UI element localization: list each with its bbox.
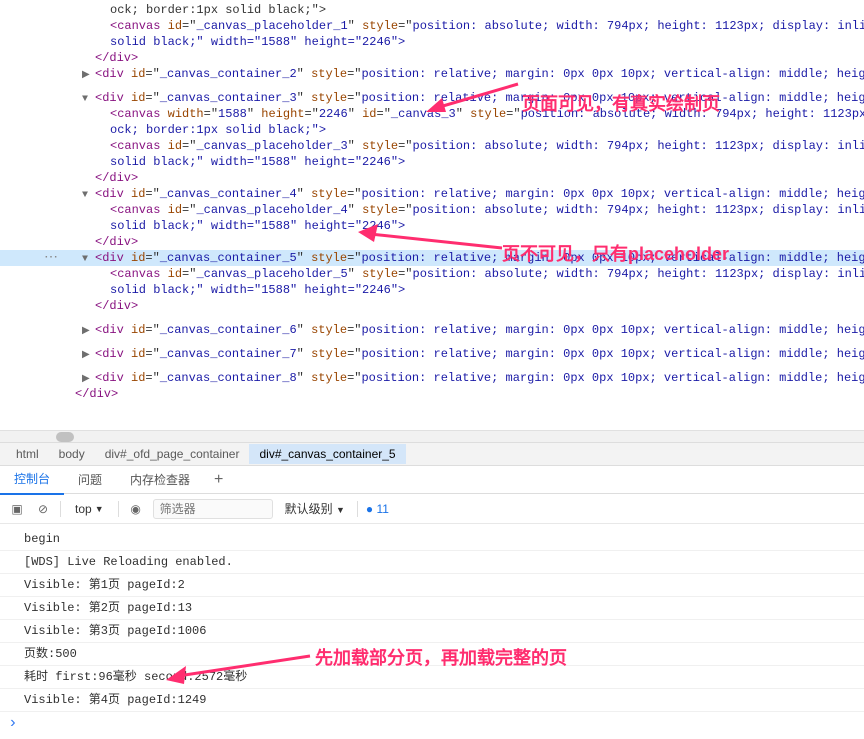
log-line[interactable]: Visible: 第3页 pageId:1006 [0, 620, 864, 643]
ellipsis-icon[interactable]: ⋯ [44, 250, 59, 266]
dom-line[interactable]: ▶<div id="_canvas_container_7" style="po… [0, 346, 864, 362]
tab-console[interactable]: 控制台 [0, 464, 64, 495]
dom-tree[interactable]: ock; border:1px solid black;"> <canvas i… [0, 0, 864, 404]
dom-line[interactable]: <canvas id="_canvas_placeholder_5" style… [0, 266, 864, 282]
dom-line[interactable]: ▶<div id="_canvas_container_6" style="po… [0, 322, 864, 338]
dom-line[interactable]: </div> [0, 50, 864, 66]
tab-memory[interactable]: 内存检查器 [116, 465, 204, 494]
dom-line[interactable]: </div> [0, 170, 864, 186]
console-tabs: 控制台 问题 内存检查器 + [0, 466, 864, 494]
dom-line[interactable]: ▶<div id="_canvas_container_2" style="po… [0, 66, 864, 82]
filter-input[interactable] [153, 499, 273, 519]
collapse-toggle-icon[interactable]: ▼ [82, 252, 92, 262]
log-line[interactable]: Visible: 第2页 pageId:13 [0, 597, 864, 620]
code-text: ock; border:1px solid black;"> [110, 3, 326, 17]
expand-toggle-icon[interactable]: ▶ [82, 372, 92, 382]
log-line[interactable]: 耗时 first:96毫秒 second:2572毫秒 [0, 666, 864, 689]
expand-toggle-icon[interactable]: ▶ [82, 324, 92, 334]
dom-line-selected[interactable]: ⋯▼<div id="_canvas_container_5" style="p… [0, 250, 864, 266]
log-line[interactable]: Visible: 第1页 pageId:2 [0, 574, 864, 597]
dom-line[interactable]: solid black;" width="1588" height="2246"… [0, 34, 864, 50]
breadcrumb: html body div#_ofd_page_container div#_c… [0, 442, 864, 466]
dom-line[interactable]: solid black;" width="1588" height="2246"… [0, 154, 864, 170]
scrollbar-thumb[interactable] [56, 432, 74, 442]
console-output[interactable]: begin [WDS] Live Reloading enabled. Visi… [0, 524, 864, 738]
dom-line[interactable]: <canvas width="1588" height="2246" id="_… [0, 106, 864, 122]
log-line[interactable]: Visible: 第4页 pageId:1249 [0, 689, 864, 712]
expand-toggle-icon[interactable]: ▶ [82, 348, 92, 358]
separator [60, 501, 61, 517]
issue-badge[interactable]: ● 11 [366, 502, 389, 516]
dom-line[interactable]: ▼<div id="_canvas_container_3" style="po… [0, 90, 864, 106]
console-controls: ▣ ⊘ top ▼ ◉ 默认级别 ▼ ● 11 [0, 494, 864, 524]
clear-console-icon[interactable]: ⊘ [34, 500, 52, 518]
collapse-toggle-icon[interactable]: ▼ [82, 188, 92, 198]
separator [118, 501, 119, 517]
sidebar-toggle-icon[interactable]: ▣ [8, 500, 26, 518]
dom-line[interactable]: <canvas id="_canvas_placeholder_1" style… [0, 18, 864, 34]
dom-line[interactable]: </div> [0, 234, 864, 250]
expand-toggle-icon[interactable]: ▶ [82, 68, 92, 78]
log-line[interactable]: 页数:500 [0, 643, 864, 666]
log-line[interactable]: [WDS] Live Reloading enabled. [0, 551, 864, 574]
crumb-container[interactable]: div#_ofd_page_container [95, 444, 250, 464]
console-prompt[interactable] [0, 712, 864, 734]
add-tab-icon[interactable]: + [204, 467, 233, 493]
crumb-body[interactable]: body [49, 444, 95, 464]
separator [357, 501, 358, 517]
dom-line[interactable]: ock; border:1px solid black;"> [0, 122, 864, 138]
dom-line[interactable]: solid black;" width="1588" height="2246"… [0, 218, 864, 234]
dom-line[interactable]: <canvas id="_canvas_placeholder_4" style… [0, 202, 864, 218]
log-level-selector[interactable]: 默认级别 ▼ [281, 498, 349, 519]
collapse-toggle-icon[interactable]: ▼ [82, 92, 92, 102]
dom-line[interactable]: </div> [0, 298, 864, 314]
dom-line[interactable]: </div> [0, 386, 864, 402]
log-line[interactable]: begin [0, 528, 864, 551]
tab-issues[interactable]: 问题 [64, 465, 116, 494]
dom-line[interactable]: ▼<div id="_canvas_container_4" style="po… [0, 186, 864, 202]
dom-line[interactable]: ▶<div id="_canvas_container_8" style="po… [0, 370, 864, 386]
elements-panel[interactable]: ock; border:1px solid black;"> <canvas i… [0, 0, 864, 430]
dom-line[interactable]: <canvas id="_canvas_placeholder_3" style… [0, 138, 864, 154]
crumb-current[interactable]: div#_canvas_container_5 [249, 444, 405, 464]
live-expression-icon[interactable]: ◉ [127, 500, 145, 518]
crumb-html[interactable]: html [6, 444, 49, 464]
prompt-caret-icon [8, 714, 18, 732]
horizontal-scrollbar[interactable] [0, 430, 864, 442]
dom-line[interactable]: solid black;" width="1588" height="2246"… [0, 282, 864, 298]
context-selector[interactable]: top ▼ [69, 500, 110, 518]
dom-line[interactable]: ock; border:1px solid black;"> [0, 2, 864, 18]
